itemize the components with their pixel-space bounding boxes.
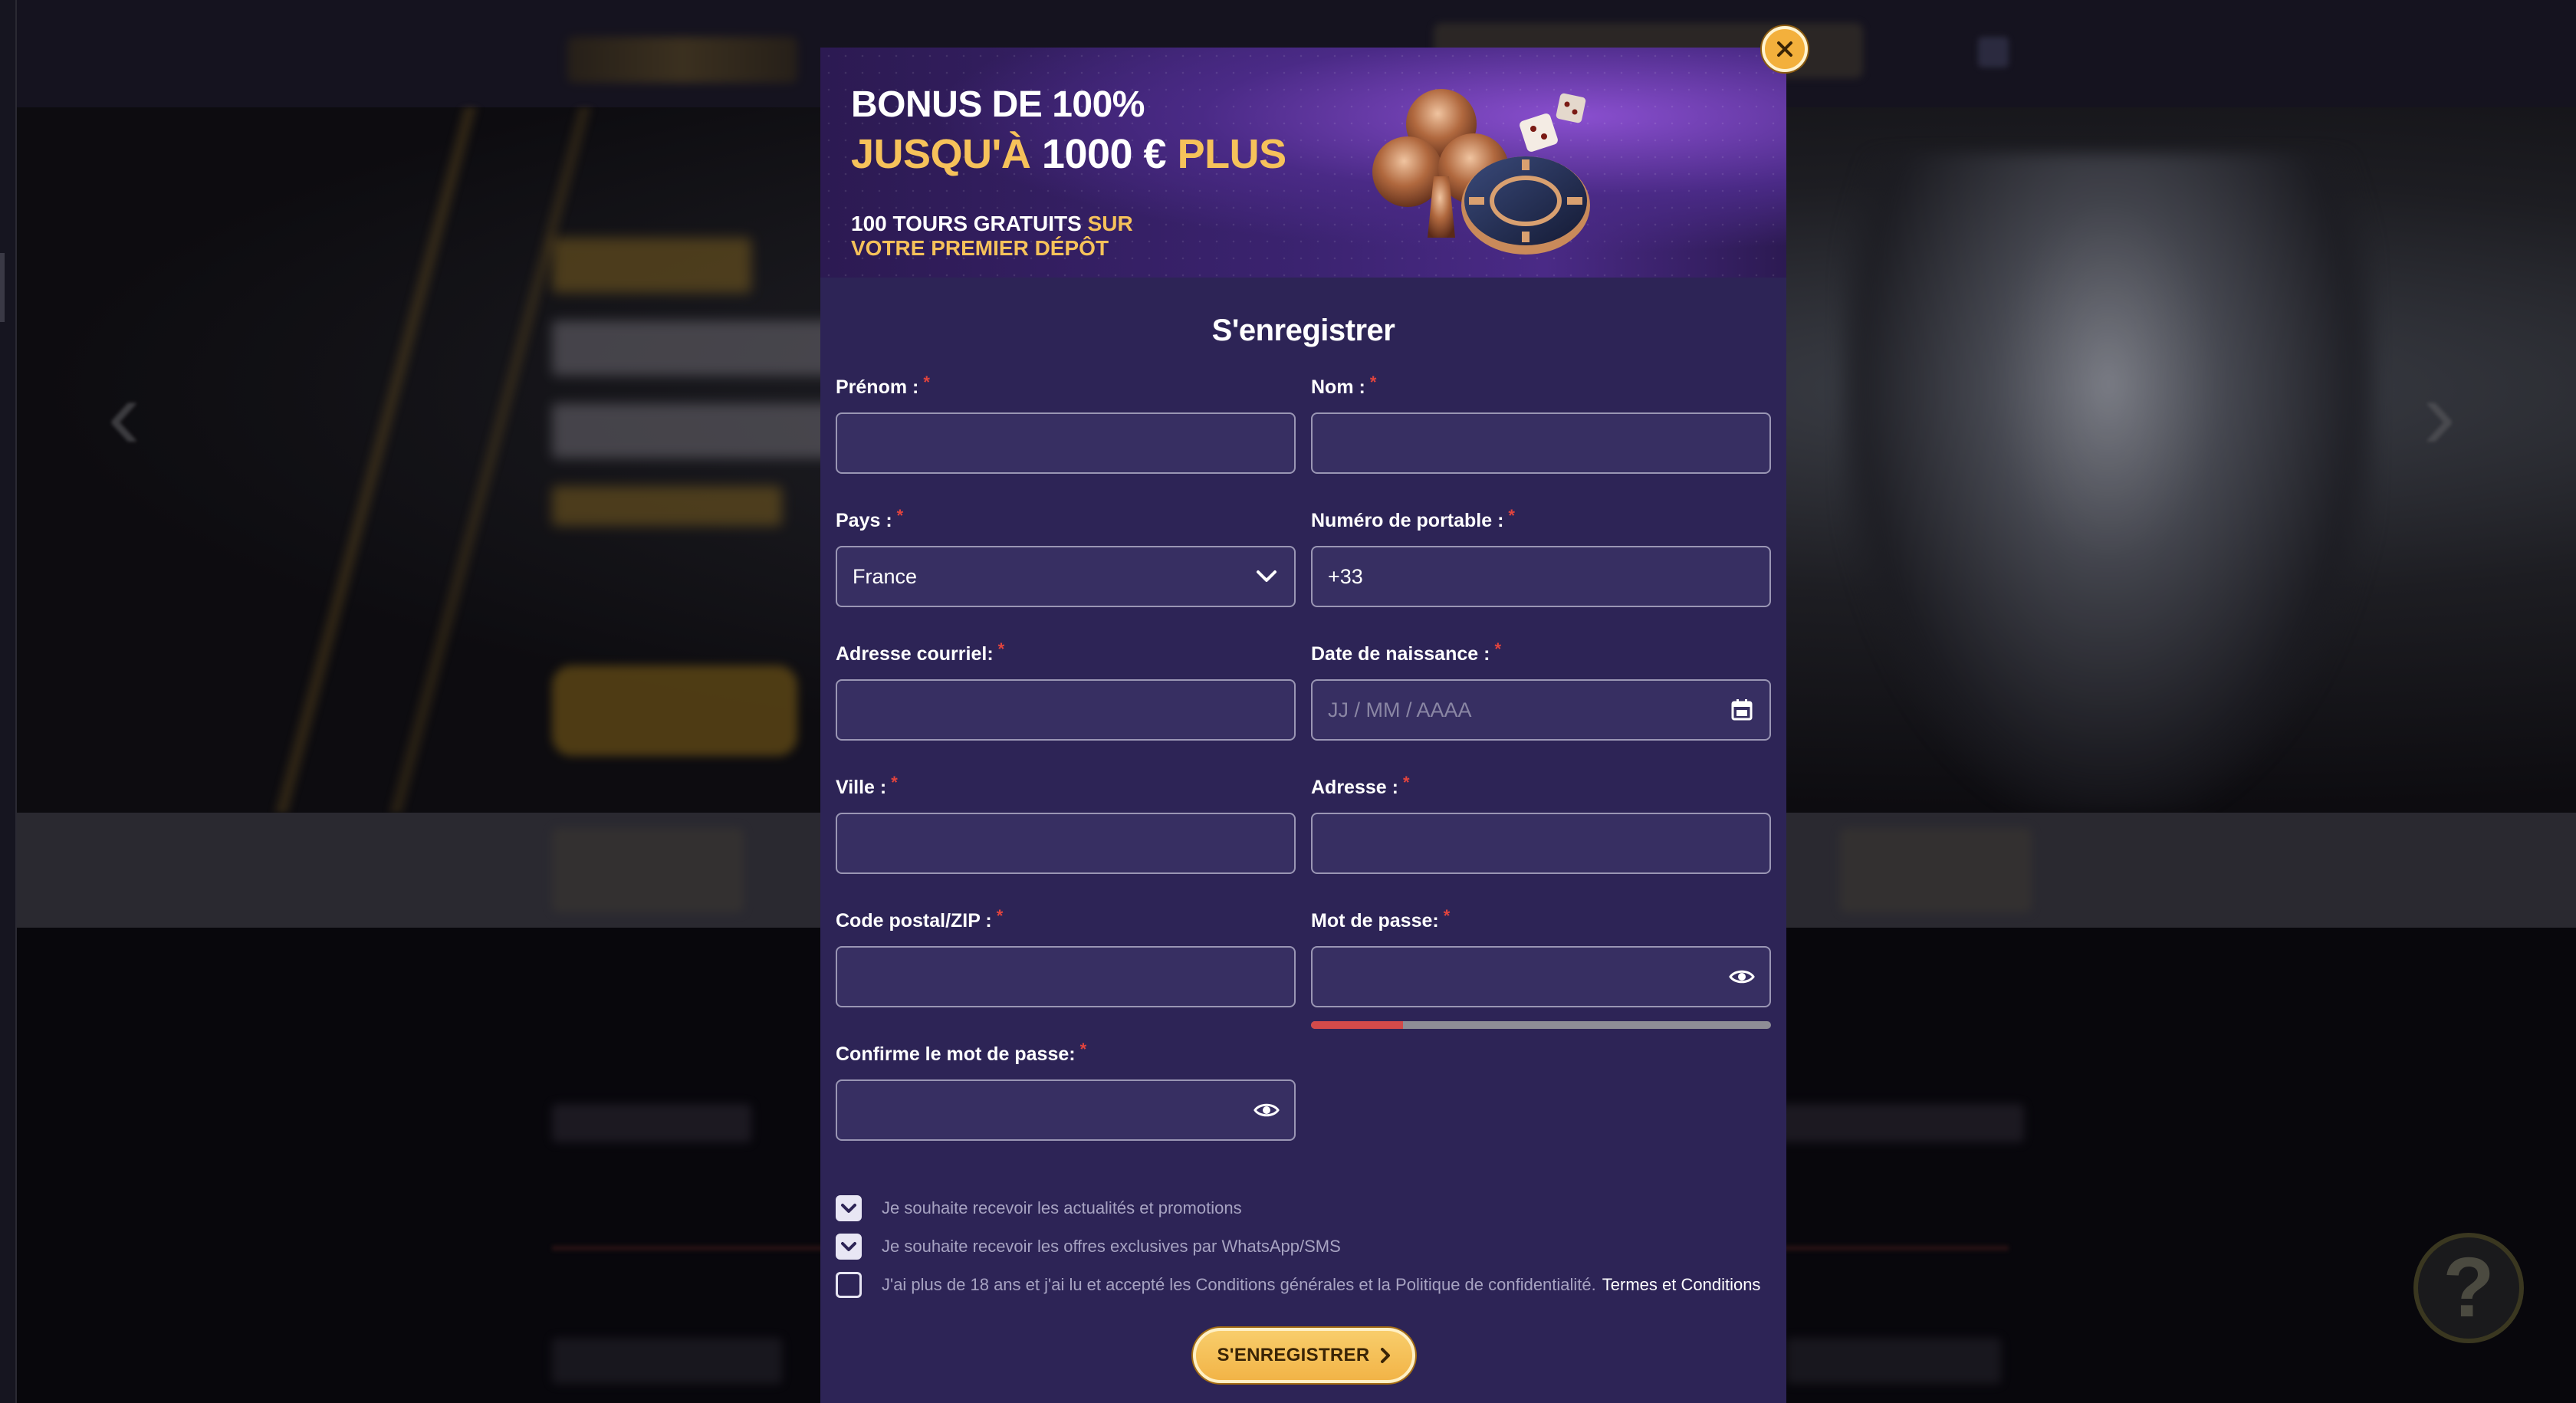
address-input[interactable]	[1311, 813, 1771, 874]
register-submit-label: S'ENREGISTRER	[1217, 1345, 1370, 1365]
close-modal-button[interactable]	[1762, 26, 1808, 72]
category-item	[1840, 828, 2032, 912]
birthdate-input[interactable]: JJ / MM / AAAA	[1311, 679, 1771, 741]
bonus-spins: 100 TOURS GRATUITS SUR VOTRE PREMIER DÉP…	[851, 212, 1286, 261]
chevron-down-icon	[1251, 561, 1282, 592]
password-input[interactable]	[1311, 946, 1771, 1007]
birthdate-field-group: Date de naissance : * JJ / MM / AAAA	[1311, 639, 1771, 741]
confirm-password-field-group: Confirme le mot de passe: *	[836, 1040, 1296, 1141]
mobile-input[interactable]: +33	[1311, 546, 1771, 607]
email-field-group: Adresse courriel: *	[836, 639, 1296, 741]
country-select-value: France	[853, 564, 918, 588]
confirm-password-input[interactable]	[836, 1079, 1296, 1141]
bonus-banner: BONUS DE 100% JUSQU'À 1000 € PLUS 100 TO…	[820, 48, 1786, 278]
whatsapp-consent-checkbox[interactable]	[836, 1234, 862, 1260]
city-field-group: Ville : *	[836, 773, 1296, 874]
close-icon	[1777, 41, 1792, 57]
email-label: Adresse courriel: *	[836, 639, 1005, 665]
password-strength-fill	[1311, 1021, 1403, 1029]
first-name-field-group: Prénom : *	[836, 373, 1296, 474]
eye-icon[interactable]	[1251, 1095, 1282, 1125]
first-name-input[interactable]	[836, 412, 1296, 474]
zip-input[interactable]	[836, 946, 1296, 1007]
hero-cta-button	[552, 665, 797, 756]
password-field-group: Mot de passe: *	[1311, 906, 1771, 1029]
eye-icon[interactable]	[1727, 961, 1757, 992]
bonus-amount-value: 1000 €	[1041, 131, 1167, 177]
help-button-label: ?	[2443, 1240, 2495, 1335]
site-logo	[567, 37, 797, 83]
mobile-field-group: Numéro de portable : * +33	[1311, 506, 1771, 607]
calendar-icon[interactable]	[1727, 695, 1757, 725]
whatsapp-consent-row: Je souhaite recevoir les offres exclusiv…	[836, 1233, 1341, 1260]
bonus-text: BONUS DE 100% JUSQU'À 1000 € PLUS 100 TO…	[851, 81, 1286, 261]
footer-item	[552, 1104, 751, 1142]
first-name-label: Prénom : *	[836, 373, 930, 398]
help-button[interactable]: ?	[2413, 1233, 2524, 1343]
bonus-spins-deposit: VOTRE PREMIER DÉPÔT	[851, 236, 1109, 260]
form-title: S'enregistrer	[1211, 314, 1395, 347]
footer-item	[1786, 1338, 2001, 1384]
chevron-right-icon	[1380, 1347, 1391, 1364]
bonus-amount-prefix: JUSQU'À	[851, 131, 1031, 177]
address-label: Adresse : *	[1311, 773, 1410, 798]
carousel-prev-icon: ‹	[107, 358, 141, 470]
language-flag-icon	[1978, 37, 2009, 67]
hero-text	[552, 238, 859, 560]
news-consent-label: Je souhaite recevoir les actualités et p…	[882, 1198, 1242, 1217]
mobile-label: Numéro de portable : *	[1311, 506, 1515, 531]
check-icon	[841, 1242, 856, 1251]
register-submit-button[interactable]: S'ENREGISTRER	[1193, 1328, 1415, 1383]
birthdate-placeholder: JJ / MM / AAAA	[1328, 698, 1472, 721]
zip-label: Code postal/ZIP : *	[836, 906, 1004, 932]
country-label: Pays : *	[836, 506, 904, 531]
password-strength-meter	[1311, 1021, 1771, 1029]
city-input[interactable]	[836, 813, 1296, 874]
check-icon	[841, 1204, 856, 1213]
last-name-input[interactable]	[1311, 412, 1771, 474]
terms-consent-row: J'ai plus de 18 ans et j'ai lu et accept…	[836, 1271, 1760, 1299]
bonus-headline: BONUS DE 100%	[851, 84, 1145, 125]
country-select[interactable]: France	[836, 546, 1296, 607]
terms-consent-checkbox[interactable]	[836, 1272, 862, 1298]
zip-field-group: Code postal/ZIP : *	[836, 906, 1296, 1007]
confirm-password-label: Confirme le mot de passe: *	[836, 1040, 1087, 1065]
bonus-amount: JUSQU'À 1000 € PLUS	[851, 129, 1286, 179]
email-input[interactable]	[836, 679, 1296, 741]
registration-modal: BONUS DE 100% JUSQU'À 1000 € PLUS 100 TO…	[820, 48, 1786, 1403]
news-consent-row: Je souhaite recevoir les actualités et p…	[836, 1194, 1242, 1222]
footer-item	[1779, 1104, 2024, 1142]
address-field-group: Adresse : *	[1311, 773, 1771, 874]
city-label: Ville : *	[836, 773, 898, 798]
terms-consent-label: J'ai plus de 18 ans et j'ai lu et accept…	[882, 1275, 1761, 1294]
window-edge	[0, 0, 17, 1403]
password-label: Mot de passe: *	[1311, 906, 1451, 932]
last-name-field-group: Nom : *	[1311, 373, 1771, 474]
hero-astronaut-image	[1840, 153, 2377, 813]
category-item	[552, 828, 744, 912]
country-field-group: Pays : * France	[836, 506, 1296, 607]
birthdate-label: Date de naissance : *	[1311, 639, 1501, 665]
last-name-label: Nom : *	[1311, 373, 1377, 398]
carousel-next-icon: ›	[2423, 358, 2456, 470]
footer-item	[552, 1338, 782, 1384]
bonus-spins-suffix: SUR	[1087, 212, 1133, 235]
bonus-amount-suffix: PLUS	[1177, 131, 1287, 177]
terms-link[interactable]: Termes et Conditions	[1602, 1275, 1761, 1294]
casino-chip-dice-icon	[1372, 89, 1590, 255]
whatsapp-consent-label: Je souhaite recevoir les offres exclusiv…	[882, 1237, 1341, 1256]
bonus-spins-text: 100 TOURS GRATUITS	[851, 212, 1082, 235]
news-consent-checkbox[interactable]	[836, 1195, 862, 1221]
